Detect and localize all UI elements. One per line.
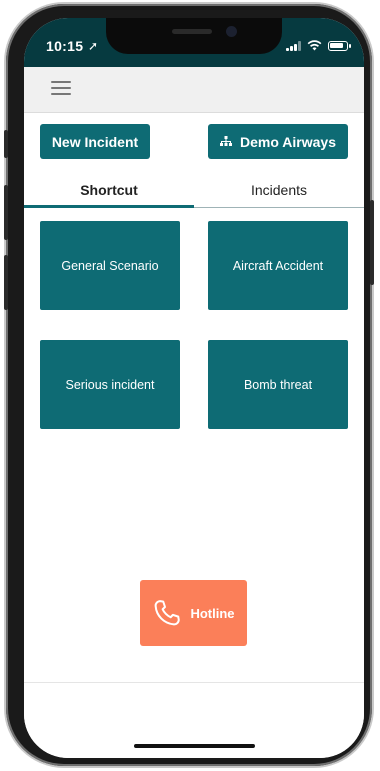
tab-bar: Shortcut Incidents	[24, 175, 364, 208]
shortcut-aircraft-accident[interactable]: Aircraft Accident	[208, 221, 348, 310]
phone-screen: 10:15 ➚ New Incident Demo Airways Shortc…	[24, 18, 364, 758]
tab-incidents[interactable]: Incidents	[194, 175, 364, 205]
location-arrow-icon: ➚	[88, 39, 99, 53]
notch	[106, 18, 282, 54]
hotline-label: Hotline	[190, 605, 235, 621]
org-chart-icon	[220, 136, 233, 146]
shortcut-label: Serious incident	[65, 377, 155, 392]
status-bar: 10:15 ➚	[24, 18, 364, 67]
organization-button[interactable]: Demo Airways	[208, 124, 348, 159]
shortcut-label: Aircraft Accident	[232, 258, 324, 273]
volume-down-button	[4, 255, 8, 310]
shortcut-label: Bomb threat	[243, 377, 313, 392]
power-button	[370, 200, 374, 285]
new-incident-button[interactable]: New Incident	[40, 124, 150, 159]
hamburger-icon[interactable]	[51, 81, 71, 95]
speaker	[172, 29, 212, 34]
organization-label: Demo Airways	[240, 133, 336, 150]
tab-shortcut-label: Shortcut	[80, 182, 138, 198]
shortcut-label: General Scenario	[61, 258, 159, 273]
new-incident-label: New Incident	[51, 133, 139, 150]
app-header	[24, 67, 364, 113]
volume-up-button	[4, 185, 8, 240]
shortcut-bomb-threat[interactable]: Bomb threat	[208, 340, 348, 429]
active-tab-indicator	[24, 205, 194, 208]
home-indicator[interactable]	[134, 744, 255, 748]
hotline-button[interactable]: Hotline	[140, 580, 247, 646]
battery-icon	[328, 40, 351, 51]
mute-switch	[4, 130, 8, 158]
tab-incidents-label: Incidents	[250, 182, 308, 198]
status-time: 10:15	[46, 38, 84, 54]
front-camera	[226, 26, 237, 37]
shortcut-serious-incident[interactable]: Serious incident	[40, 340, 180, 429]
cellular-signal-icon	[286, 40, 301, 51]
tab-shortcut[interactable]: Shortcut	[24, 175, 194, 205]
wifi-icon	[307, 40, 322, 51]
shortcut-general-scenario[interactable]: General Scenario	[40, 221, 180, 310]
phone-icon	[155, 600, 181, 626]
status-icons	[286, 40, 351, 51]
